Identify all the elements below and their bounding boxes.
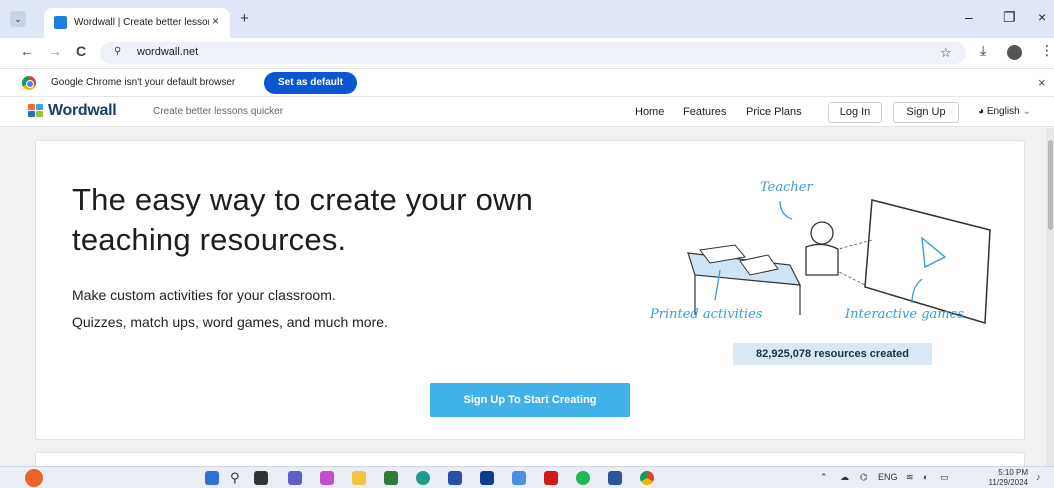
projection-line	[834, 239, 873, 251]
infobar-close-icon[interactable]: ×	[1038, 75, 1046, 90]
tab-close-icon[interactable]: ×	[212, 14, 219, 28]
tab-wordwall[interactable]: Wordwall | Create better lesson ×	[44, 8, 230, 38]
back-icon[interactable]: ←	[20, 43, 34, 59]
signup-cta-button[interactable]: Sign Up To Start Creating	[430, 383, 630, 417]
wordwall-favicon-icon	[54, 16, 67, 29]
edge-icon[interactable]	[416, 471, 430, 485]
label-teacher: Teacher	[760, 180, 813, 195]
notification-bell-icon[interactable]: ♪	[1036, 472, 1041, 482]
nav-home[interactable]: Home	[635, 106, 664, 118]
close-window-button[interactable]: ×	[1038, 9, 1046, 25]
chevron-down-icon: ⌄	[1022, 106, 1031, 117]
site-info-icon[interactable]: ⚲	[114, 46, 121, 57]
file-explorer-icon[interactable]	[352, 471, 366, 485]
set-default-button[interactable]: Set as default	[264, 72, 357, 94]
label-interactive-games: Interactive games	[845, 307, 964, 322]
settings-icon[interactable]	[512, 471, 526, 485]
language-label: English	[986, 106, 1020, 117]
reload-icon[interactable]: C	[76, 43, 86, 59]
globe-icon: ◕	[978, 106, 985, 117]
download-icon[interactable]: ⤓	[980, 42, 986, 59]
url-text[interactable]: wordwall.net	[137, 46, 198, 58]
wifi-icon[interactable]: ≋	[906, 472, 914, 483]
resources-count-badge: 82,925,078 resources created	[733, 343, 932, 365]
chat-icon[interactable]	[288, 471, 302, 485]
forward-icon[interactable]: →	[48, 43, 62, 59]
app-l-icon[interactable]	[448, 471, 462, 485]
chrome-icon[interactable]	[640, 471, 654, 485]
language-selector[interactable]: ◕ English ⌄	[978, 106, 1031, 117]
netflix-icon[interactable]	[544, 471, 558, 485]
brand-name[interactable]: Wordwall	[48, 102, 117, 120]
teacher-head-icon	[810, 221, 834, 245]
tray-app-icon[interactable]: ⌬	[860, 472, 868, 483]
clock-date: 11/29/2024	[988, 478, 1028, 487]
tab-bar: ⌄ Wordwall | Create better lesson × + – …	[0, 0, 1054, 38]
search-icon[interactable]: ⚲	[230, 471, 244, 485]
omnibox[interactable]: ⚲ wordwall.net ☆	[100, 42, 966, 64]
label-printed-activities: Printed activities	[650, 307, 763, 322]
menu-icon[interactable]: ⋮	[1040, 42, 1054, 59]
taskbar: ⚲ ⌃ ☁ ⌬ ENG ≋ ◖ ▭ 5:10 PM 11/29/2024 ♪	[0, 466, 1054, 488]
new-tab-button[interactable]: +	[240, 10, 249, 27]
teacher-arrow-icon	[779, 200, 793, 220]
task-view-icon[interactable]	[254, 471, 268, 485]
signup-button[interactable]: Sign Up	[893, 102, 959, 123]
site-header: Wordwall Create better lessons quicker H…	[0, 97, 1054, 127]
minimize-button[interactable]: –	[965, 9, 973, 25]
battery-icon[interactable]: ▭	[940, 472, 949, 483]
teacher-body-icon	[805, 243, 839, 276]
calculator-icon[interactable]	[384, 471, 398, 485]
hero-title: The easy way to create your own teaching…	[72, 182, 534, 257]
copilot-icon[interactable]	[320, 471, 334, 485]
login-button[interactable]: Log In	[828, 102, 882, 123]
windows-start-icon[interactable]	[205, 471, 219, 485]
scrollbar-thumb[interactable]	[1048, 140, 1053, 230]
infobar-message: Google Chrome isn't your default browser	[51, 77, 236, 88]
weather-icon[interactable]	[25, 469, 43, 487]
default-browser-infobar: Google Chrome isn't your default browser…	[0, 68, 1054, 97]
hero-subtitle-2: Quizzes, match ups, word games, and much…	[72, 314, 388, 330]
brand-tagline: Create better lessons quicker	[153, 106, 284, 117]
nav-features[interactable]: Features	[683, 106, 726, 118]
star-icon[interactable]: ☆	[940, 45, 952, 61]
wordwall-logo-icon[interactable]	[28, 104, 44, 118]
screen-shape	[864, 199, 991, 324]
clock[interactable]: 5:10 PM 11/29/2024	[968, 468, 1028, 488]
onedrive-icon[interactable]: ☁	[840, 472, 849, 483]
tab-title: Wordwall | Create better lesson	[74, 17, 209, 28]
dropbox-icon[interactable]	[480, 471, 494, 485]
word-icon[interactable]	[608, 471, 622, 485]
spotify-icon[interactable]	[576, 471, 590, 485]
restore-button[interactable]: ❐	[1003, 9, 1016, 26]
volume-icon[interactable]: ◖	[922, 472, 927, 482]
chevron-up-icon[interactable]: ⌃	[820, 472, 828, 483]
clock-time: 5:10 PM	[998, 468, 1028, 477]
hero-subtitle-1: Make custom activities for your classroo…	[72, 287, 336, 303]
address-bar: ← → C ⚲ wordwall.net ☆	[0, 38, 1054, 68]
hero-illustration: Teacher Printed activities Interactive g…	[640, 175, 1020, 335]
profile-avatar[interactable]	[1007, 45, 1022, 60]
nav-price-plans[interactable]: Price Plans	[746, 106, 802, 118]
projection-line	[834, 269, 866, 286]
language-indicator[interactable]: ENG	[878, 472, 898, 482]
desk-shape	[687, 252, 802, 286]
tab-list-icon[interactable]: ⌄	[10, 11, 26, 27]
chrome-logo-icon	[22, 76, 36, 90]
